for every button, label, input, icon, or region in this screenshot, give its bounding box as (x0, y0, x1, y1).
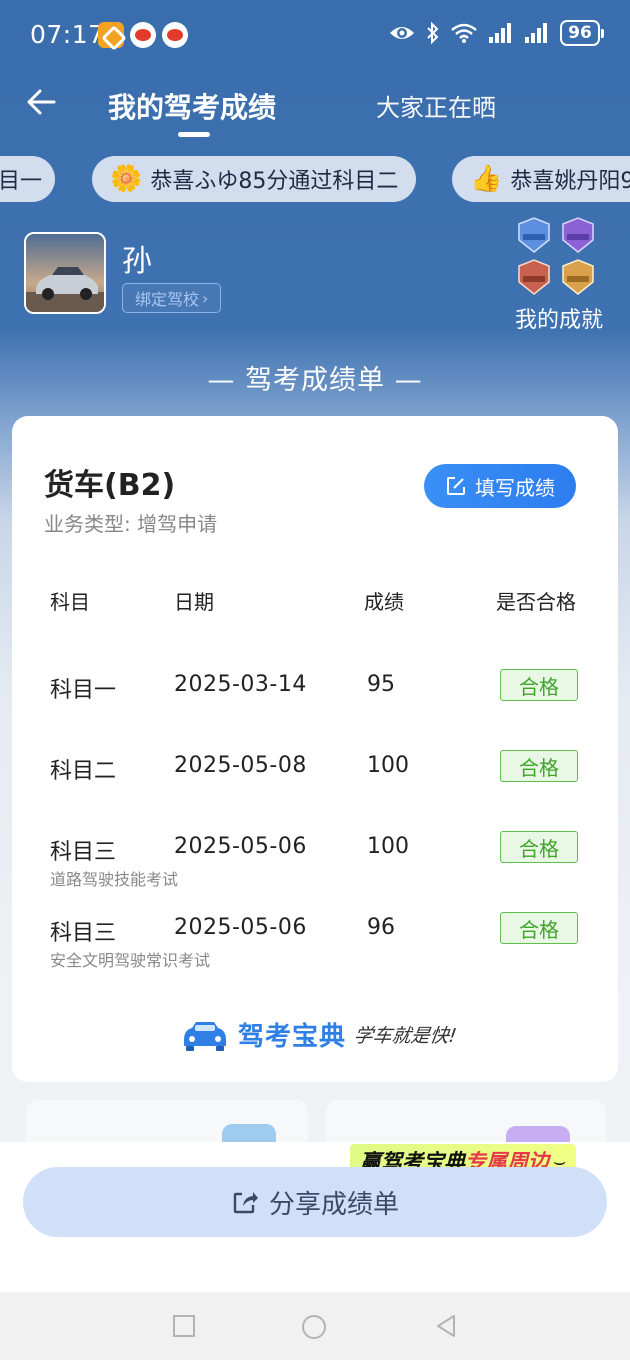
avatar[interactable] (24, 232, 106, 314)
vehicle-type: 货车(B2) (44, 468, 176, 503)
share-button[interactable]: 分享成绩单 (23, 1167, 607, 1237)
home-circle-icon[interactable] (301, 1314, 327, 1340)
row-subject: 科目三 (50, 840, 117, 865)
bind-school-label: 绑定驾校 (135, 290, 200, 309)
ticker-item: 👍 恭喜姚丹阳9 (452, 156, 630, 202)
badge-icon (562, 259, 594, 295)
flower-icon: 🌼 (110, 164, 143, 194)
row-subtitle: 安全文明驾驶常识考试 (50, 951, 211, 970)
weibo-icon (162, 22, 188, 48)
pass-badge: 合格 (500, 912, 578, 944)
bluetooth-icon (427, 22, 439, 44)
battery-indicator: 96 (560, 20, 604, 46)
badge-icon (562, 217, 594, 253)
col-header-subject: 科目 (50, 590, 90, 614)
brand-footer: 驾考宝典 学车就是快! (180, 1016, 458, 1053)
status-bar: 07:17 96 (0, 0, 630, 72)
row-score: 96 (367, 915, 395, 940)
tab-everyone-sharing[interactable]: 大家正在晒 (376, 88, 496, 123)
system-nav-bar (0, 1292, 630, 1360)
score-card: 货车(B2) 业务类型: 增驾申请 填写成绩 科目 日期 成绩 是否合格 科目一… (12, 416, 618, 1082)
ticker-text: 目一 (0, 169, 43, 194)
signal-icon (489, 23, 511, 43)
achievement-badges[interactable] (515, 216, 605, 300)
row-score: 95 (367, 672, 395, 697)
row-date: 2025-03-14 (174, 672, 307, 697)
row-score: 100 (367, 834, 409, 859)
section-title: — 驾考成绩单 — (207, 365, 423, 396)
back-triangle-icon[interactable] (434, 1314, 458, 1338)
brand-name: 驾考宝典 (238, 1022, 347, 1052)
row-score: 100 (367, 753, 409, 778)
ticker-item: 目一 (0, 156, 55, 202)
signal-icon (525, 23, 547, 43)
row-date: 2025-05-06 (174, 915, 307, 940)
status-app-icons (98, 22, 188, 48)
badge-icon (518, 259, 550, 295)
car-logo-icon (184, 1021, 226, 1051)
ticker-text: 恭喜姚丹阳9 (510, 169, 630, 194)
thumbs-up-icon: 👍 (470, 164, 503, 194)
row-date: 2025-05-08 (174, 753, 307, 778)
orange-app-icon (98, 22, 124, 48)
status-system-icons: 96 (388, 20, 604, 46)
pass-badge: 合格 (500, 831, 578, 863)
share-label: 分享成绩单 (268, 1189, 399, 1220)
tab-my-scores[interactable]: 我的驾考成绩 (108, 86, 276, 126)
row-subtitle: 道路驾驶技能考试 (50, 870, 179, 889)
achievements-label[interactable]: 我的成就 (515, 302, 603, 334)
fill-score-label: 填写成绩 (475, 475, 555, 500)
row-date: 2025-05-06 (174, 834, 307, 859)
pass-badge: 合格 (500, 750, 578, 782)
share-icon (233, 1192, 258, 1214)
back-arrow-icon[interactable] (22, 82, 62, 122)
weibo-icon (130, 22, 156, 48)
tab-active-indicator (178, 132, 210, 137)
edit-icon (447, 477, 465, 495)
username: 孙 (122, 244, 152, 279)
chevron-right-icon: › (202, 288, 209, 308)
col-header-pass: 是否合格 (496, 590, 576, 614)
header: 我的驾考成绩 大家正在晒 (0, 72, 630, 142)
row-subject: 科目一 (50, 678, 117, 703)
col-header-score: 成绩 (364, 590, 404, 614)
ticker-item: 🌼 恭喜ふゆ85分通过科目二 (92, 156, 416, 202)
row-subject: 科目二 (50, 759, 117, 784)
fill-score-button[interactable]: 填写成绩 (424, 464, 576, 508)
badge-icon (518, 217, 550, 253)
ticker-text: 恭喜ふゆ85分通过科目二 (150, 169, 399, 194)
row-subject: 科目三 (50, 921, 117, 946)
bind-school-button[interactable]: 绑定驾校 › (122, 283, 222, 313)
status-time: 07:17 (30, 20, 105, 49)
brand-slogan: 学车就是快! (352, 1025, 458, 1047)
car-photo (26, 234, 104, 312)
eye-icon (390, 27, 414, 39)
col-header-date: 日期 (174, 590, 214, 614)
congrats-ticker: 目一 🌼 恭喜ふゆ85分通过科目二 👍 恭喜姚丹阳9 (0, 156, 630, 204)
wifi-icon (451, 23, 477, 43)
pass-badge: 合格 (500, 669, 578, 701)
business-type: 业务类型: 增驾申请 (44, 512, 218, 536)
recents-square-icon[interactable] (172, 1314, 196, 1338)
